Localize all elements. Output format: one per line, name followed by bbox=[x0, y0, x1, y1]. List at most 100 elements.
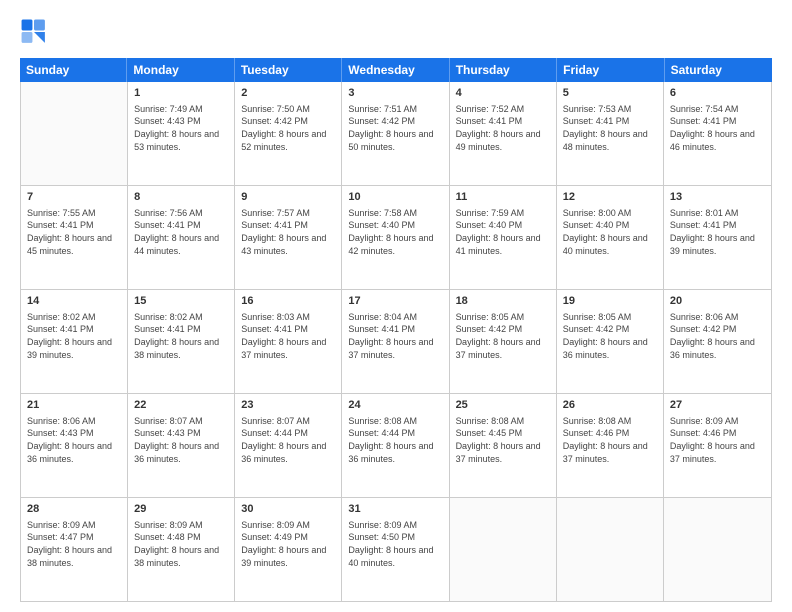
day-number: 24 bbox=[348, 398, 442, 413]
calendar-cell-9: 9Sunrise: 7:57 AMSunset: 4:41 PMDaylight… bbox=[235, 186, 342, 289]
day-number: 21 bbox=[27, 398, 121, 413]
calendar-cell-28: 28Sunrise: 8:09 AMSunset: 4:47 PMDayligh… bbox=[21, 498, 128, 601]
calendar-cell-20: 20 Sunrise: 8:06 AMSunset: 4:42 PMDayligh… bbox=[664, 290, 771, 393]
day-number: 29 bbox=[134, 502, 228, 517]
day-number: 1 bbox=[134, 86, 228, 101]
calendar-cell-empty-4-6 bbox=[664, 498, 771, 601]
day-number: 4 bbox=[456, 86, 550, 101]
day-number: 10 bbox=[348, 190, 442, 205]
calendar-cell-29: 29 Sunrise: 8:09 AMSunset: 4:48 PMDayligh… bbox=[128, 498, 235, 601]
calendar-cell-empty-0-0 bbox=[21, 82, 128, 185]
cell-info: Sunrise: 8:09 AMSunset: 4:49 PMDaylight:… bbox=[241, 519, 335, 569]
calendar-cell-25: 25 Sunrise: 8:08 AMSunset: 4:45 PMDayligh… bbox=[450, 394, 557, 497]
logo bbox=[20, 18, 52, 46]
cell-info: Sunrise: 8:09 AMSunset: 4:50 PMDaylight:… bbox=[348, 519, 442, 569]
calendar-cell-3: 3 Sunrise: 7:51 AMSunset: 4:42 PMDaylight… bbox=[342, 82, 449, 185]
calendar-body: 1 Sunrise: 7:49 AMSunset: 4:43 PMDaylight… bbox=[20, 82, 772, 602]
cell-info: Sunrise: 8:04 AMSunset: 4:41 PMDaylight:… bbox=[348, 311, 442, 361]
calendar-row-2: 14 Sunrise: 8:02 AMSunset: 4:41 PMDayligh… bbox=[21, 290, 771, 394]
cell-info: Sunrise: 7:55 AMSunset: 4:41 PMDaylight:… bbox=[27, 207, 121, 257]
calendar-cell-17: 17 Sunrise: 8:04 AMSunset: 4:41 PMDayligh… bbox=[342, 290, 449, 393]
day-number: 31 bbox=[348, 502, 442, 517]
calendar-cell-31: 31 Sunrise: 8:09 AMSunset: 4:50 PMDayligh… bbox=[342, 498, 449, 601]
calendar-cell-1: 1 Sunrise: 7:49 AMSunset: 4:43 PMDaylight… bbox=[128, 82, 235, 185]
cell-info: Sunrise: 8:07 AMSunset: 4:44 PMDaylight:… bbox=[241, 415, 335, 465]
day-number: 20 bbox=[670, 294, 765, 309]
calendar-cell-14: 14 Sunrise: 8:02 AMSunset: 4:41 PMDayligh… bbox=[21, 290, 128, 393]
calendar-cell-6: 6 Sunrise: 7:54 AMSunset: 4:41 PMDaylight… bbox=[664, 82, 771, 185]
cell-info: Sunrise: 7:50 AMSunset: 4:42 PMDaylight:… bbox=[241, 103, 335, 153]
cell-info: Sunrise: 8:09 AMSunset: 4:48 PMDaylight:… bbox=[134, 519, 228, 569]
cell-info: Sunrise: 8:02 AMSunset: 4:41 PMDaylight:… bbox=[134, 311, 228, 361]
day-number: 23 bbox=[241, 398, 335, 413]
calendar-cell-2: 2 Sunrise: 7:50 AMSunset: 4:42 PMDaylight… bbox=[235, 82, 342, 185]
cell-info: Sunrise: 8:01 AMSunset: 4:41 PMDaylight:… bbox=[670, 207, 765, 257]
cell-info: Sunrise: 7:54 AMSunset: 4:41 PMDaylight:… bbox=[670, 103, 765, 153]
cell-info: Sunrise: 8:05 AMSunset: 4:42 PMDaylight:… bbox=[563, 311, 657, 361]
day-number: 3 bbox=[348, 86, 442, 101]
cell-info: Sunrise: 8:06 AMSunset: 4:43 PMDaylight:… bbox=[27, 415, 121, 465]
header-day-saturday: Saturday bbox=[665, 58, 772, 82]
calendar-cell-7: 7Sunrise: 7:55 AMSunset: 4:41 PMDaylight… bbox=[21, 186, 128, 289]
calendar-cell-19: 19 Sunrise: 8:05 AMSunset: 4:42 PMDayligh… bbox=[557, 290, 664, 393]
day-number: 17 bbox=[348, 294, 442, 309]
day-number: 18 bbox=[456, 294, 550, 309]
calendar-cell-18: 18 Sunrise: 8:05 AMSunset: 4:42 PMDayligh… bbox=[450, 290, 557, 393]
calendar-row-0: 1 Sunrise: 7:49 AMSunset: 4:43 PMDaylight… bbox=[21, 82, 771, 186]
day-number: 22 bbox=[134, 398, 228, 413]
calendar-cell-22: 22Sunrise: 8:07 AMSunset: 4:43 PMDayligh… bbox=[128, 394, 235, 497]
header-day-tuesday: Tuesday bbox=[235, 58, 342, 82]
calendar-cell-30: 30Sunrise: 8:09 AMSunset: 4:49 PMDayligh… bbox=[235, 498, 342, 601]
calendar-cell-21: 21 Sunrise: 8:06 AMSunset: 4:43 PMDayligh… bbox=[21, 394, 128, 497]
calendar-row-4: 28Sunrise: 8:09 AMSunset: 4:47 PMDayligh… bbox=[21, 498, 771, 601]
cell-info: Sunrise: 8:08 AMSunset: 4:44 PMDaylight:… bbox=[348, 415, 442, 465]
calendar: SundayMondayTuesdayWednesdayThursdayFrid… bbox=[20, 58, 772, 602]
cell-info: Sunrise: 8:08 AMSunset: 4:46 PMDaylight:… bbox=[563, 415, 657, 465]
calendar-cell-4: 4 Sunrise: 7:52 AMSunset: 4:41 PMDaylight… bbox=[450, 82, 557, 185]
day-number: 19 bbox=[563, 294, 657, 309]
day-number: 27 bbox=[670, 398, 765, 413]
calendar-row-3: 21 Sunrise: 8:06 AMSunset: 4:43 PMDayligh… bbox=[21, 394, 771, 498]
calendar-cell-8: 8 Sunrise: 7:56 AMSunset: 4:41 PMDaylight… bbox=[128, 186, 235, 289]
cell-info: Sunrise: 7:56 AMSunset: 4:41 PMDaylight:… bbox=[134, 207, 228, 257]
day-number: 25 bbox=[456, 398, 550, 413]
calendar-cell-empty-4-4 bbox=[450, 498, 557, 601]
day-number: 2 bbox=[241, 86, 335, 101]
header-day-thursday: Thursday bbox=[450, 58, 557, 82]
cell-info: Sunrise: 7:58 AMSunset: 4:40 PMDaylight:… bbox=[348, 207, 442, 257]
day-number: 11 bbox=[456, 190, 550, 205]
calendar-cell-27: 27 Sunrise: 8:09 AMSunset: 4:46 PMDayligh… bbox=[664, 394, 771, 497]
calendar-cell-11: 11 Sunrise: 7:59 AMSunset: 4:40 PMDayligh… bbox=[450, 186, 557, 289]
calendar-cell-empty-4-5 bbox=[557, 498, 664, 601]
calendar-cell-15: 15Sunrise: 8:02 AMSunset: 4:41 PMDayligh… bbox=[128, 290, 235, 393]
header-day-monday: Monday bbox=[127, 58, 234, 82]
day-number: 6 bbox=[670, 86, 765, 101]
cell-info: Sunrise: 7:52 AMSunset: 4:41 PMDaylight:… bbox=[456, 103, 550, 153]
calendar-cell-10: 10 Sunrise: 7:58 AMSunset: 4:40 PMDayligh… bbox=[342, 186, 449, 289]
cell-info: Sunrise: 7:51 AMSunset: 4:42 PMDaylight:… bbox=[348, 103, 442, 153]
cell-info: Sunrise: 8:02 AMSunset: 4:41 PMDaylight:… bbox=[27, 311, 121, 361]
calendar-cell-12: 12Sunrise: 8:00 AMSunset: 4:40 PMDayligh… bbox=[557, 186, 664, 289]
header-day-wednesday: Wednesday bbox=[342, 58, 449, 82]
cell-info: Sunrise: 8:09 AMSunset: 4:46 PMDaylight:… bbox=[670, 415, 765, 465]
cell-info: Sunrise: 8:05 AMSunset: 4:42 PMDaylight:… bbox=[456, 311, 550, 361]
cell-info: Sunrise: 7:53 AMSunset: 4:41 PMDaylight:… bbox=[563, 103, 657, 153]
day-number: 8 bbox=[134, 190, 228, 205]
day-number: 14 bbox=[27, 294, 121, 309]
calendar-header: SundayMondayTuesdayWednesdayThursdayFrid… bbox=[20, 58, 772, 82]
calendar-cell-13: 13 Sunrise: 8:01 AMSunset: 4:41 PMDayligh… bbox=[664, 186, 771, 289]
day-number: 9 bbox=[241, 190, 335, 205]
day-number: 12 bbox=[563, 190, 657, 205]
calendar-row-1: 7Sunrise: 7:55 AMSunset: 4:41 PMDaylight… bbox=[21, 186, 771, 290]
cell-info: Sunrise: 7:49 AMSunset: 4:43 PMDaylight:… bbox=[134, 103, 228, 153]
cell-info: Sunrise: 7:59 AMSunset: 4:40 PMDaylight:… bbox=[456, 207, 550, 257]
day-number: 13 bbox=[670, 190, 765, 205]
calendar-cell-26: 26Sunrise: 8:08 AMSunset: 4:46 PMDayligh… bbox=[557, 394, 664, 497]
cell-info: Sunrise: 8:06 AMSunset: 4:42 PMDaylight:… bbox=[670, 311, 765, 361]
cell-info: Sunrise: 8:09 AMSunset: 4:47 PMDaylight:… bbox=[27, 519, 121, 569]
day-number: 5 bbox=[563, 86, 657, 101]
cell-info: Sunrise: 8:08 AMSunset: 4:45 PMDaylight:… bbox=[456, 415, 550, 465]
calendar-cell-5: 5 Sunrise: 7:53 AMSunset: 4:41 PMDaylight… bbox=[557, 82, 664, 185]
calendar-cell-23: 23 Sunrise: 8:07 AMSunset: 4:44 PMDayligh… bbox=[235, 394, 342, 497]
day-number: 16 bbox=[241, 294, 335, 309]
